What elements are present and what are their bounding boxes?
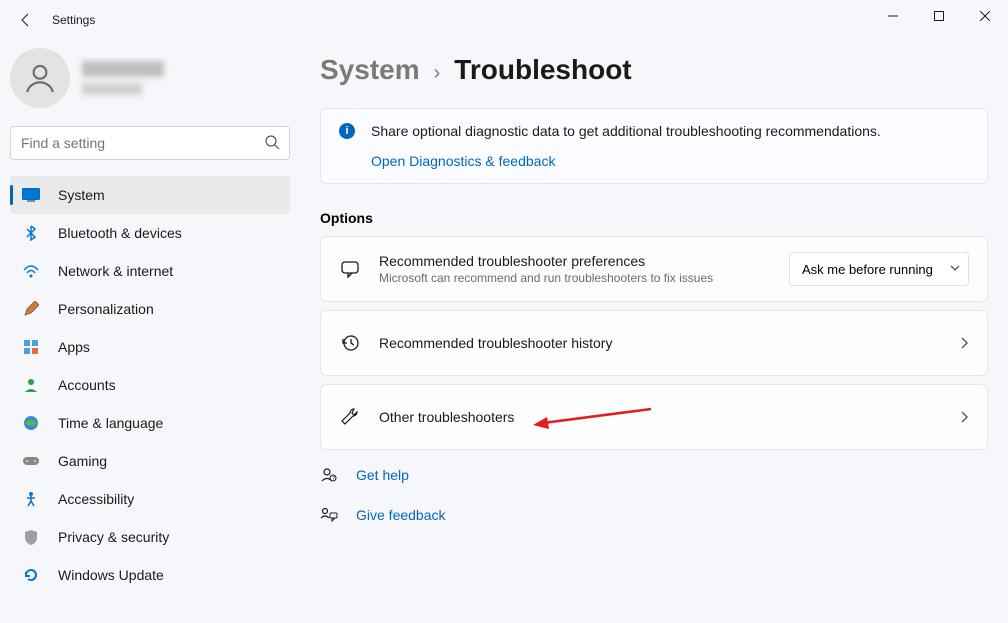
diagnostic-banner: i Share optional diagnostic data to get …: [320, 108, 988, 184]
sidebar-item-accounts[interactable]: Accounts: [10, 366, 290, 404]
breadcrumb: System › Troubleshoot: [320, 54, 988, 86]
sidebar-item-network[interactable]: Network & internet: [10, 252, 290, 290]
give-feedback-link[interactable]: Give feedback: [356, 507, 446, 523]
sidebar-item-label: Bluetooth & devices: [58, 225, 182, 241]
help-icon: ?: [320, 466, 338, 484]
sidebar-item-accessibility[interactable]: Accessibility: [10, 480, 290, 518]
wrench-icon: [339, 407, 361, 427]
update-icon: [22, 566, 40, 584]
sidebar-item-label: System: [58, 187, 105, 203]
sidebar-item-system[interactable]: System: [10, 176, 290, 214]
sidebar-item-label: Accounts: [58, 377, 116, 393]
info-icon: i: [339, 123, 355, 139]
chevron-right-icon: [961, 411, 969, 423]
apps-icon: [22, 338, 40, 356]
sidebar-item-label: Network & internet: [58, 263, 173, 279]
card-title: Recommended troubleshooter preferences: [379, 253, 789, 269]
sidebar-item-label: Windows Update: [58, 567, 164, 583]
card-other-troubleshooters[interactable]: Other troubleshooters: [320, 384, 988, 450]
card-title: Recommended troubleshooter history: [379, 335, 951, 351]
history-icon: [339, 333, 361, 353]
chevron-right-icon: ›: [434, 62, 441, 85]
chevron-down-icon: [950, 265, 960, 273]
sidebar-item-label: Gaming: [58, 453, 107, 469]
accounts-icon: [22, 376, 40, 394]
sidebar-item-time[interactable]: Time & language: [10, 404, 290, 442]
breadcrumb-current: Troubleshoot: [454, 54, 631, 86]
sidebar-item-label: Personalization: [58, 301, 154, 317]
sidebar-item-personalization[interactable]: Personalization: [10, 290, 290, 328]
sidebar-item-apps[interactable]: Apps: [10, 328, 290, 366]
card-history[interactable]: Recommended troubleshooter history: [320, 310, 988, 376]
system-icon: [22, 186, 40, 204]
chevron-right-icon: [961, 337, 969, 349]
search-input[interactable]: [10, 126, 290, 160]
open-diagnostics-link[interactable]: Open Diagnostics & feedback: [371, 153, 969, 169]
time-icon: [22, 414, 40, 432]
sidebar-item-privacy[interactable]: Privacy & security: [10, 518, 290, 556]
sidebar-item-label: Accessibility: [58, 491, 134, 507]
close-button[interactable]: [962, 0, 1008, 32]
preferences-select[interactable]: Ask me before running: [789, 252, 969, 286]
user-name: [82, 61, 164, 95]
sidebar-item-update[interactable]: Windows Update: [10, 556, 290, 594]
chat-icon: [339, 259, 361, 279]
sidebar-item-label: Privacy & security: [58, 529, 169, 545]
gaming-icon: [22, 452, 40, 470]
sidebar-item-label: Time & language: [58, 415, 163, 431]
minimize-button[interactable]: [870, 0, 916, 32]
breadcrumb-parent[interactable]: System: [320, 54, 420, 86]
user-profile[interactable]: [10, 48, 290, 108]
search-icon: [264, 134, 280, 150]
shield-icon: [22, 528, 40, 546]
sidebar-item-label: Apps: [58, 339, 90, 355]
sidebar-item-gaming[interactable]: Gaming: [10, 442, 290, 480]
options-heading: Options: [320, 210, 988, 226]
search-box[interactable]: [10, 126, 290, 160]
card-subtitle: Microsoft can recommend and run troubles…: [379, 271, 789, 285]
get-help-link[interactable]: Get help: [356, 467, 409, 483]
accessibility-icon: [22, 490, 40, 508]
svg-text:?: ?: [332, 476, 335, 482]
sidebar-item-bluetooth[interactable]: Bluetooth & devices: [10, 214, 290, 252]
personalization-icon: [22, 300, 40, 318]
bluetooth-icon: [22, 224, 40, 242]
card-preferences: Recommended troubleshooter preferences M…: [320, 236, 988, 302]
select-value: Ask me before running: [802, 262, 933, 277]
back-button[interactable]: [10, 4, 42, 36]
avatar: [10, 48, 70, 108]
banner-text: Share optional diagnostic data to get ad…: [371, 123, 881, 139]
feedback-icon: [320, 506, 338, 524]
maximize-button[interactable]: [916, 0, 962, 32]
network-icon: [22, 262, 40, 280]
card-title: Other troubleshooters: [379, 409, 951, 425]
app-title: Settings: [52, 13, 95, 27]
